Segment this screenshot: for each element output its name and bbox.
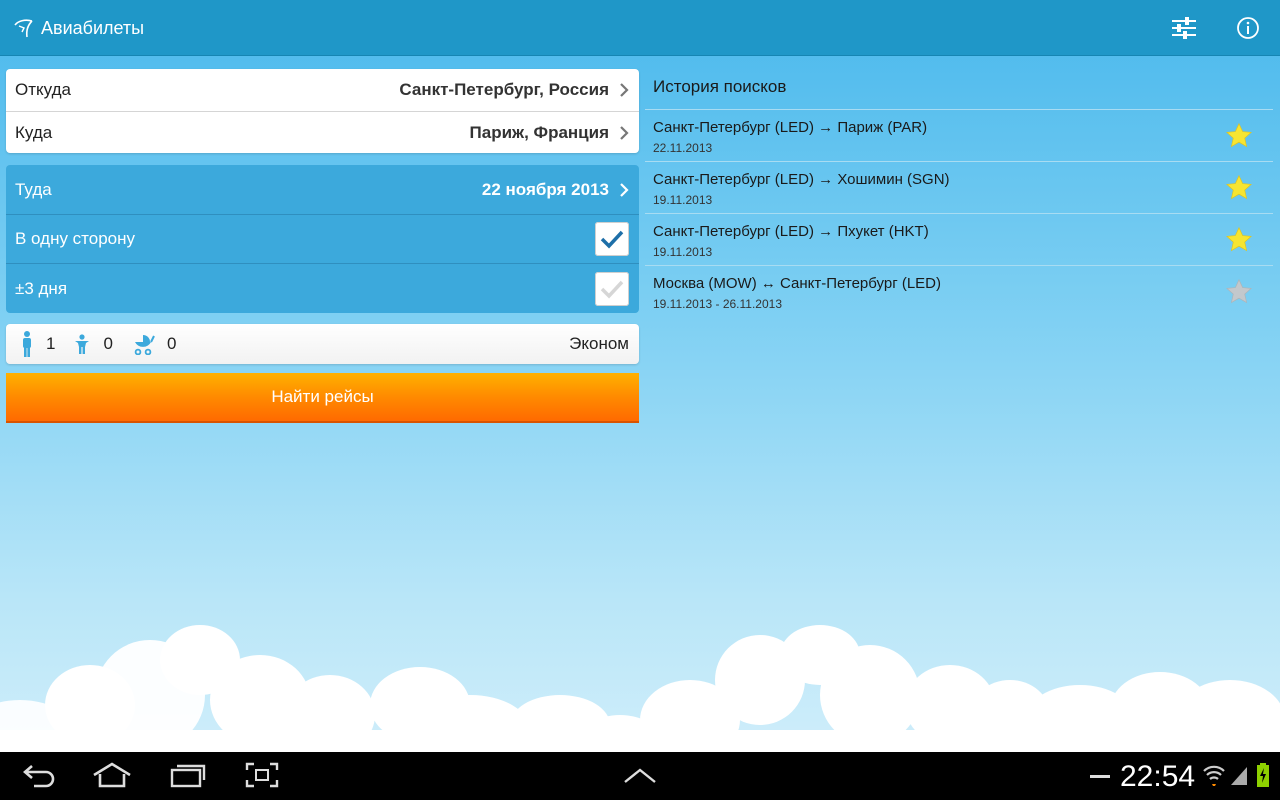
clock: 22:54 xyxy=(1120,760,1196,793)
adults-count: 1 xyxy=(20,331,55,357)
adults-value: 1 xyxy=(46,334,56,353)
oneway-row: В одну сторону xyxy=(6,215,639,263)
history-route: Москва (MOW) ↔ Санкт-Петербург (LED) xyxy=(653,275,942,292)
from-label: Откуда xyxy=(15,80,71,99)
chevron-up-icon[interactable] xyxy=(623,766,657,786)
sliders-icon xyxy=(1172,17,1196,39)
child-icon xyxy=(75,334,90,354)
home-icon[interactable] xyxy=(92,762,132,788)
to-row[interactable]: Куда Париж, Франция xyxy=(6,112,639,153)
star-icon[interactable] xyxy=(1225,122,1253,150)
route-card: Откуда Санкт-Петербург, Россия Куда Пари… xyxy=(6,69,639,153)
history-route: Санкт-Петербург (LED) → Пхукет (HKT) xyxy=(653,223,929,240)
history-list: Санкт-Петербург (LED) → Париж (PAR) 22.1… xyxy=(645,109,1273,317)
stroller-icon xyxy=(134,335,155,355)
flex-dates-checkbox[interactable] xyxy=(595,271,629,306)
screenshot-icon[interactable] xyxy=(245,762,279,788)
chevron-right-icon xyxy=(620,182,629,197)
cabin-class: Эконом xyxy=(569,334,629,353)
checkmark-icon xyxy=(600,280,624,299)
depart-date-row[interactable]: Туда 22 ноября 2013 xyxy=(6,165,639,214)
checkmark-icon xyxy=(600,230,624,249)
settings-button[interactable] xyxy=(1168,12,1200,44)
to-label: Куда xyxy=(15,122,53,142)
depart-label: Туда xyxy=(15,179,52,199)
back-icon[interactable] xyxy=(22,762,56,788)
passengers-card[interactable]: 1 0 0 Эконом xyxy=(6,324,639,364)
info-icon xyxy=(1237,17,1259,39)
history-date: 19.11.2013 - 26.11.2013 xyxy=(653,297,782,311)
app-title: Авиабилеты xyxy=(41,18,145,38)
info-button[interactable] xyxy=(1232,12,1264,44)
search-flights-button[interactable]: Найти рейсы xyxy=(6,373,639,423)
history-date: 22.11.2013 xyxy=(653,141,713,155)
star-icon[interactable] xyxy=(1225,174,1253,202)
star-icon[interactable] xyxy=(1225,226,1253,254)
action-bar: Авиабилеты xyxy=(0,0,1280,56)
from-value: Санкт-Петербург, Россия xyxy=(399,80,609,99)
flex-dates-row: ±3 дня xyxy=(6,264,639,313)
infants-value: 0 xyxy=(166,334,177,353)
children-value: 0 xyxy=(103,334,113,353)
adult-icon xyxy=(23,331,31,357)
history-date: 19.11.2013 xyxy=(653,193,713,207)
history-item[interactable]: Санкт-Петербург (LED) → Хошимин (SGN) 19… xyxy=(645,161,1273,213)
wifi-icon xyxy=(1203,765,1225,786)
star-outline-icon[interactable] xyxy=(1225,278,1253,306)
clouds-decoration xyxy=(0,625,1280,752)
history-route: Санкт-Петербург (LED) → Хошимин (SGN) xyxy=(653,171,950,188)
battery-icon xyxy=(1257,763,1269,787)
depart-date-value: 22 ноября 2013 xyxy=(481,179,609,199)
options-card: Туда 22 ноября 2013 В одну сторону ±3 дн… xyxy=(6,165,639,313)
to-value: Париж, Франция xyxy=(469,122,609,142)
signal-icon xyxy=(1231,767,1247,785)
oneway-checkbox[interactable] xyxy=(595,222,629,256)
history-title: История поисков xyxy=(653,77,787,96)
oneway-label: В одну сторону xyxy=(15,229,136,248)
minus-icon[interactable] xyxy=(1090,775,1110,779)
recent-apps-icon[interactable] xyxy=(170,762,206,788)
chevron-right-icon xyxy=(620,125,629,140)
infants-count: 0 xyxy=(131,333,176,355)
history-item[interactable]: Санкт-Петербург (LED) → Пхукет (HKT) 19.… xyxy=(645,213,1273,265)
from-row[interactable]: Откуда Санкт-Петербург, Россия xyxy=(6,69,639,111)
flex-dates-label: ±3 дня xyxy=(15,278,68,298)
children-count: 0 xyxy=(73,334,113,354)
plane-logo-icon[interactable] xyxy=(12,16,36,40)
history-item[interactable]: Москва (MOW) ↔ Санкт-Петербург (LED) 19.… xyxy=(645,265,1273,317)
system-bar: 22:54 xyxy=(0,752,1280,800)
history-date: 19.11.2013 xyxy=(653,245,713,259)
history-item[interactable]: Санкт-Петербург (LED) → Париж (PAR) 22.1… xyxy=(645,109,1273,161)
chevron-right-icon xyxy=(620,83,629,97)
history-route: Санкт-Петербург (LED) → Париж (PAR) xyxy=(653,119,928,136)
